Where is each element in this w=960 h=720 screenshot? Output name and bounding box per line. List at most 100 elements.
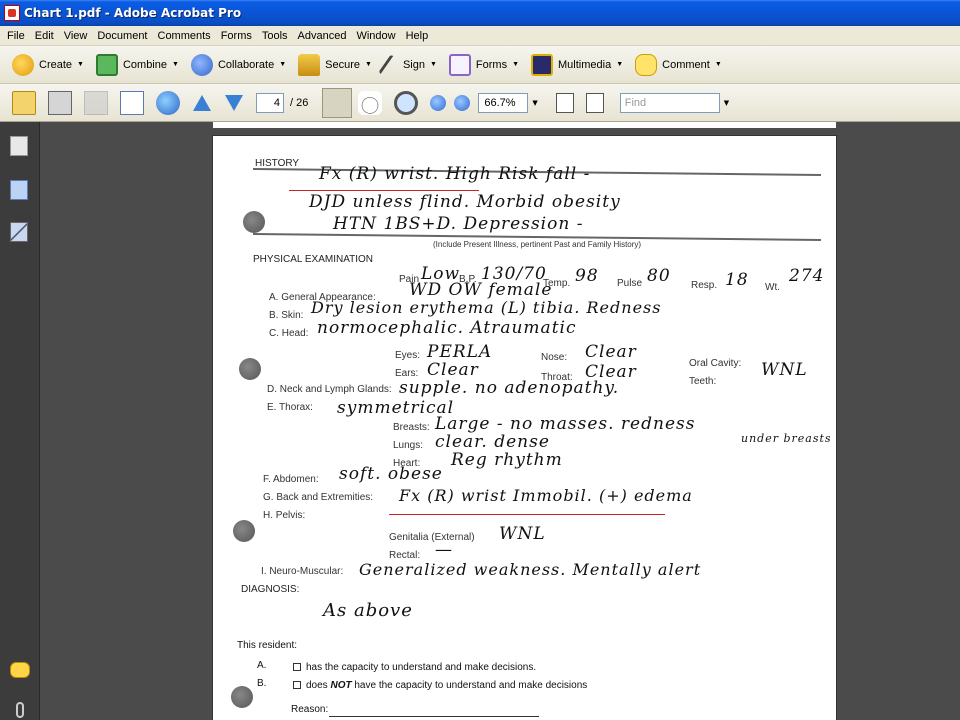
menu-tools[interactable]: Tools <box>257 30 293 42</box>
menu-document[interactable]: Document <box>92 30 152 42</box>
option-a-letter: A. <box>257 660 267 671</box>
temp-value: 98 <box>575 266 599 286</box>
print-icon[interactable] <box>48 90 72 115</box>
abdomen-value: soft. obese <box>339 464 443 484</box>
history-note: (Include Present Illness, pertinent Past… <box>433 240 642 249</box>
fit-page-icon[interactable] <box>585 92 604 113</box>
next-page-icon[interactable] <box>224 93 244 113</box>
history-line-1: Fx (R) wrist. High Risk fall - <box>319 164 591 184</box>
page-number-input[interactable] <box>256 92 284 113</box>
lock-icon <box>298 53 321 76</box>
zoom-level[interactable]: 66.7% <box>478 92 529 113</box>
signatures-icon[interactable] <box>10 222 28 242</box>
punch-hole <box>233 520 255 542</box>
heart-value: Reg rhythm <box>451 450 563 470</box>
breasts-label: Breasts: <box>393 422 430 433</box>
menu-bar: File Edit View Document Comments Forms T… <box>0 26 960 46</box>
create-button[interactable]: Create ▼ <box>12 50 84 80</box>
comments-icon[interactable] <box>10 662 30 678</box>
menu-help[interactable]: Help <box>401 30 434 42</box>
breasts-value-2: under breasts <box>741 432 832 445</box>
menu-edit[interactable]: Edit <box>30 30 59 42</box>
zoom-out-icon[interactable] <box>430 94 447 111</box>
general-value: WD OW female <box>409 280 553 300</box>
task-toolbar: Create ▼ Combine ▼ Collaborate ▼ Secure … <box>0 46 960 84</box>
reason-label: Reason: <box>291 704 329 715</box>
pulse-value: 80 <box>647 266 671 286</box>
breasts-value: Large - no masses. redness <box>435 414 696 434</box>
eyes-value: PERLA <box>427 342 493 362</box>
menu-comments[interactable]: Comments <box>153 30 216 42</box>
zoom-in-icon[interactable] <box>454 94 471 111</box>
combine-button[interactable]: Combine ▼ <box>95 50 179 80</box>
back-label: G. Back and Extremities: <box>263 492 374 503</box>
marquee-zoom-icon[interactable] <box>394 90 419 115</box>
document-area[interactable]: HISTORY Fx (R) wrist. High Risk fall - D… <box>41 122 960 720</box>
lungs-value: clear. dense <box>435 432 550 452</box>
multimedia-button[interactable]: Multimedia ▼ <box>531 50 623 80</box>
previous-page-edge <box>213 122 836 128</box>
wt-value: 274 <box>789 266 825 286</box>
neuro-value: Generalized weakness. Mentally alert <box>359 560 702 579</box>
menu-forms[interactable]: Forms <box>216 30 257 42</box>
chevron-down-icon: ▼ <box>616 61 624 68</box>
fit-width-icon[interactable] <box>555 92 574 113</box>
email-icon[interactable] <box>120 90 144 115</box>
attachment-icon[interactable] <box>16 702 24 718</box>
find-input[interactable]: Find <box>619 92 720 113</box>
history-line-3: HTN 1BS+D. Depression - <box>333 214 584 234</box>
collaborate-label: Collaborate <box>217 58 275 71</box>
comment-button[interactable]: Comment ▼ <box>635 50 722 80</box>
hand-tool-icon[interactable] <box>358 90 383 115</box>
genitalia-label: Genitalia (External) <box>389 532 475 543</box>
select-tool-icon[interactable] <box>322 87 353 118</box>
nose-value: Clear <box>585 342 637 362</box>
secure-label: Secure <box>325 58 360 71</box>
open-folder-icon[interactable] <box>12 90 36 115</box>
menu-view[interactable]: View <box>59 30 93 42</box>
ears-value: Clear <box>427 360 479 380</box>
resp-value: 18 <box>725 270 749 290</box>
page-total: / 26 <box>290 96 309 109</box>
menu-window[interactable]: Window <box>351 30 400 42</box>
resident-label: This resident: <box>237 640 298 651</box>
menu-advanced[interactable]: Advanced <box>293 30 352 42</box>
option-a: has the capacity to understand and make … <box>293 662 536 673</box>
chevron-down-icon: ▼ <box>429 61 437 68</box>
sign-button[interactable]: Sign ▼ <box>378 50 437 80</box>
neck-value: supple. no adenopathy. <box>399 378 620 398</box>
pdf-page: HISTORY Fx (R) wrist. High Risk fall - D… <box>213 136 836 720</box>
bookmarks-icon[interactable] <box>10 180 28 200</box>
file-toolbar: / 26 66.7% ▼ Find ▼ <box>0 84 960 122</box>
pen-icon <box>378 53 396 76</box>
wt-label: Wt. <box>765 282 780 293</box>
genitalia-value: WNL <box>499 524 546 544</box>
option-b-letter: B. <box>257 678 267 689</box>
chevron-down-icon[interactable]: ▼ <box>724 99 729 107</box>
back-value: Fx (R) wrist Immobil. (+) edema <box>399 486 693 505</box>
teeth-label: Teeth: <box>689 376 717 387</box>
pages-icon[interactable] <box>10 136 28 156</box>
window-title: Chart 1.pdf - Adobe Acrobat Pro <box>24 6 242 20</box>
forms-button[interactable]: Forms ▼ <box>448 50 519 80</box>
save-icon[interactable] <box>84 90 108 115</box>
punch-hole <box>239 358 261 380</box>
pelvis-label: H. Pelvis: <box>263 510 306 521</box>
punch-hole <box>231 686 253 708</box>
lungs-label: Lungs: <box>393 440 424 451</box>
nose-label: Nose: <box>541 352 568 363</box>
secure-button[interactable]: Secure ▼ <box>298 50 372 80</box>
previous-page-icon[interactable] <box>192 93 212 113</box>
option-a-text: has the capacity to understand and make … <box>306 662 537 673</box>
acrobat-icon <box>4 5 20 21</box>
chevron-down-icon[interactable]: ▼ <box>532 99 537 107</box>
collaborate-button[interactable]: Collaborate ▼ <box>190 50 286 80</box>
abdomen-label: F. Abdomen: <box>263 474 319 485</box>
collaborate-icon <box>190 53 213 76</box>
menu-file[interactable]: File <box>2 30 30 42</box>
web-upload-icon[interactable] <box>156 90 180 115</box>
red-underline <box>289 190 479 191</box>
skin-label: B. Skin: <box>269 310 304 321</box>
speech-bubble-icon <box>635 53 658 76</box>
checkbox-checked <box>293 663 301 672</box>
